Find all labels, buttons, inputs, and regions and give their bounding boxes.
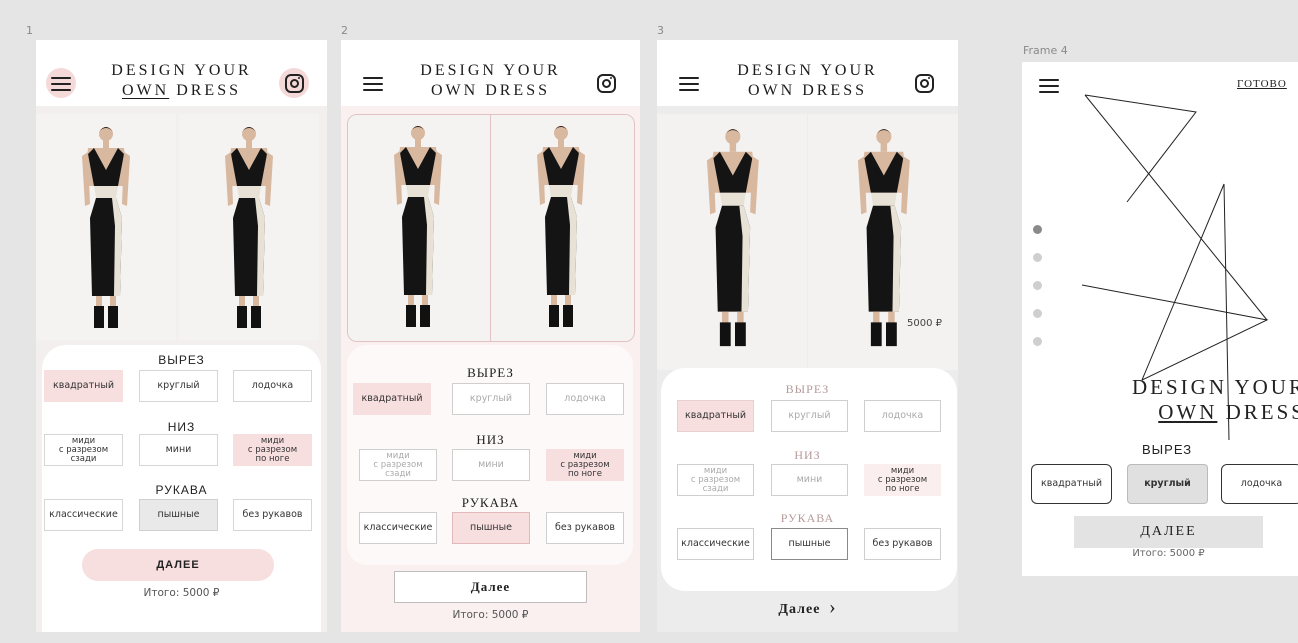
next-button[interactable]: ДАЛЕЕ [82, 549, 274, 581]
next-button[interactable]: Далее [394, 571, 587, 603]
dress-photo-frame [347, 114, 635, 342]
option-sleeves-puffy[interactable]: пышные [452, 512, 530, 544]
price-label: 5000 ₽ [907, 318, 942, 329]
frame-2-label: 2 [341, 24, 348, 37]
frame-1: DESIGN YOUR OWN DRESS ВЫРЕЗ квадратный к… [36, 40, 327, 632]
option-neck-square[interactable]: квадратный [353, 383, 431, 415]
option-sleeves-puffy[interactable]: пышные [771, 528, 848, 560]
slider-dot-3[interactable] [1033, 281, 1042, 290]
option-sleeves-classic[interactable]: классические [677, 528, 754, 560]
slider-dot-2[interactable] [1033, 253, 1042, 262]
dress-photo-back [808, 114, 958, 370]
instagram-icon[interactable] [597, 74, 616, 93]
frame-3-label: 3 [657, 24, 664, 37]
option-bottom-midi-leg[interactable]: миди с разрезом по ноге [233, 434, 312, 466]
dress-photo-front [36, 114, 176, 340]
option-neck-boat[interactable]: лодочка [546, 383, 624, 415]
slider-dot-5[interactable] [1033, 337, 1042, 346]
total-price: Итого: 5000 ₽ [143, 587, 220, 599]
option-bottom-midi-leg[interactable]: миди с разрезом по ноге [546, 449, 624, 481]
frame-2: DESIGN YOUR OWN DRESS ВЫРЕЗ квадратный к… [341, 40, 640, 632]
frame-4-label: Frame 4 [1023, 44, 1068, 57]
instagram-button[interactable] [279, 68, 309, 98]
option-neck-round[interactable]: круглый [139, 370, 218, 402]
next-label: Далее [778, 602, 821, 617]
option-bottom-mini[interactable]: мини [139, 434, 218, 466]
slider-dot-4[interactable] [1033, 309, 1042, 318]
app-header: DESIGN YOUR OWN DRESS [341, 40, 640, 106]
option-neck-boat[interactable]: лодочка [233, 370, 312, 402]
section-bottom-title: НИЗ [476, 432, 505, 447]
option-sleeves-classic[interactable]: классические [44, 499, 123, 531]
slider-dot-1[interactable] [1033, 225, 1042, 234]
app-header: DESIGN YOUR OWN DRESS [36, 40, 327, 106]
option-sleeves-none[interactable]: без рукавов [864, 528, 941, 560]
section-bottom-title: НИЗ [794, 448, 821, 462]
chevron-right-icon: › [828, 596, 837, 618]
option-neck-boat[interactable]: лодочка [1221, 464, 1298, 504]
option-neck-square[interactable]: квадратный [677, 400, 754, 432]
option-bottom-midi-back[interactable]: миди с разрезом сзади [44, 434, 123, 466]
dress-photo-front [657, 114, 807, 370]
next-button[interactable]: Далее › [657, 596, 958, 619]
section-neck-title: ВЫРЕЗ [1142, 442, 1193, 457]
app-title: DESIGN YOUR OWN DRESS [737, 62, 878, 99]
section-sleeves-title: РУКАВА [155, 483, 208, 497]
option-bottom-midi-back[interactable]: миди с разрезом сзади [359, 449, 437, 481]
option-bottom-mini[interactable]: мини [771, 464, 848, 496]
option-sleeves-classic[interactable]: классические [359, 512, 437, 544]
option-sleeves-puffy[interactable]: пышные [139, 499, 218, 531]
app-title: DESIGN YOUR OWN DRESS [420, 62, 561, 99]
option-neck-boat[interactable]: лодочка [864, 400, 941, 432]
section-sleeves-title: РУКАВА [461, 495, 520, 510]
dress-photo-back [179, 114, 319, 340]
option-neck-round[interactable]: круглый [771, 400, 848, 432]
section-neck-title: ВЫРЕЗ [158, 353, 205, 367]
frame-3: DESIGN YOUR OWN DRESS 5000 ₽ ВЫРЕЗ квадр… [657, 40, 958, 632]
section-bottom-title: НИЗ [167, 420, 196, 434]
total-price: Итого: 5000 ₽ [452, 609, 529, 621]
section-sleeves-title: РУКАВА [780, 511, 835, 525]
instagram-icon[interactable] [915, 74, 934, 93]
next-button[interactable]: ДАЛЕЕ [1074, 516, 1263, 548]
frame-4: ГОТОВО DESIGN YOUR OWN DRESS ВЫРЕЗ квадр… [1022, 62, 1298, 576]
option-bottom-midi-back[interactable]: миди с разрезом сзади [677, 464, 754, 496]
total-price: Итого: 5000 ₽ [1132, 548, 1205, 559]
option-neck-square[interactable]: квадратный [1031, 464, 1112, 504]
option-bottom-midi-leg[interactable]: миди с разрезом по ноге [864, 464, 941, 496]
option-neck-round[interactable]: круглый [1127, 464, 1208, 504]
option-sleeves-none[interactable]: без рукавов [233, 499, 312, 531]
dress-photo-back [491, 115, 634, 341]
dress-photo-front [348, 115, 491, 341]
app-header: DESIGN YOUR OWN DRESS [657, 40, 958, 106]
section-neck-title: ВЫРЕЗ [785, 382, 830, 396]
frame-1-label: 1 [26, 24, 33, 37]
app-title: DESIGN YOUR OWN DRESS [1132, 375, 1298, 424]
option-sleeves-none[interactable]: без рукавов [546, 512, 624, 544]
instagram-icon [285, 74, 304, 93]
option-neck-square[interactable]: квадратный [44, 370, 123, 402]
section-neck-title: ВЫРЕЗ [467, 365, 514, 380]
option-bottom-mini[interactable]: мини [452, 449, 530, 481]
option-neck-round[interactable]: круглый [452, 383, 530, 415]
